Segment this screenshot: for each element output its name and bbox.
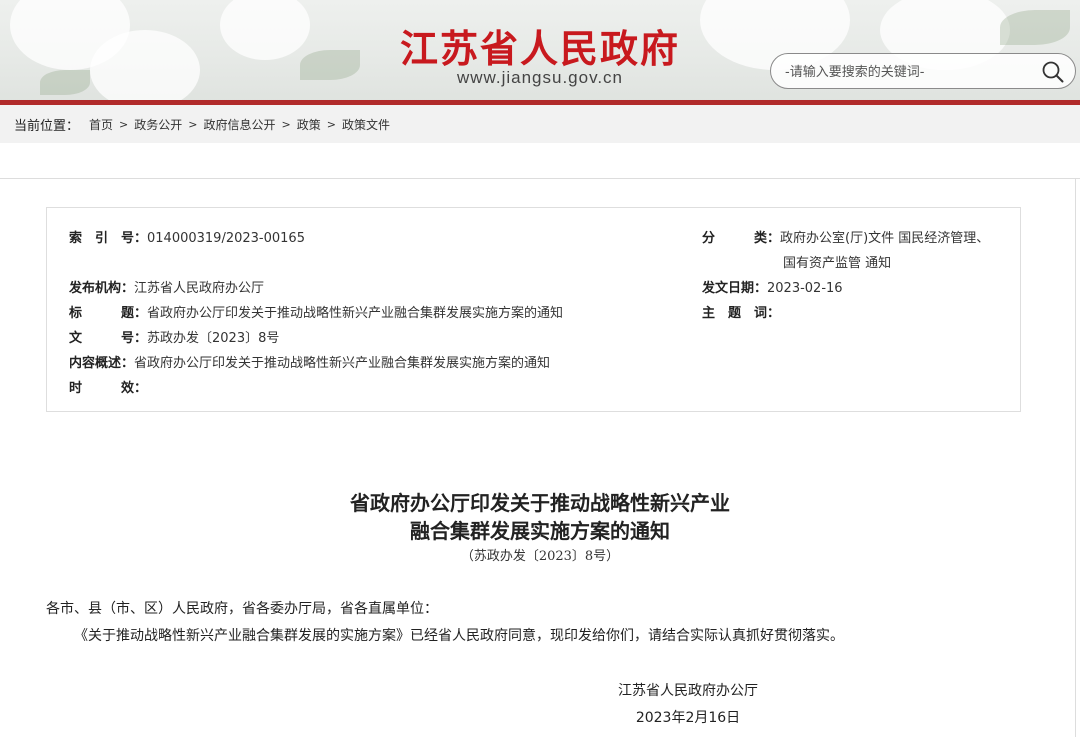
breadcrumb-separator: > [281,118,291,131]
search-box [770,53,1076,89]
article-salutation: 各市、县（市、区）人民政府，省各委办厅局，省各直属单位： [46,601,438,617]
article-signature-date: 2023年2月16日 [635,710,741,726]
meta-index-row: 索 引 号：014000319/2023-00165 [69,227,305,246]
meta-key: 文 号： [69,331,148,346]
breadcrumb-separator: > [119,118,129,131]
search-input[interactable] [785,61,1035,83]
meta-validity-row: 时 效： [69,377,147,396]
meta-key: 发文日期： [702,281,768,296]
article-title-line-1: 省政府办公厅印发关于推动战略性新兴产业 [350,491,730,515]
breadcrumb-separator: > [326,118,336,131]
breadcrumb-label: 当前位置： [14,119,80,134]
breadcrumb-policy[interactable]: 政策 [297,116,321,133]
document-metadata-panel: 索 引 号：014000319/2023-00165 分 类：政府办公室(厅)文… [46,207,1021,412]
breadcrumb-info-disclosure[interactable]: 政府信息公开 [203,116,275,133]
meta-value: 2023-02-16 [767,281,843,296]
meta-value: 014000319/2023-00165 [147,231,305,246]
meta-summary-row: 内容概述：省政府办公厅印发关于推动战略性新兴产业融合集群发展实施方案的通知 [69,352,550,371]
meta-key: 时 效： [69,381,148,396]
meta-issuer-row: 发布机构：江苏省人民政府办公厅 [69,277,264,296]
meta-key: 主 题 词： [702,306,781,321]
content-border [0,178,1080,179]
meta-category-row-continued: 国有资产监管 通知 [783,252,891,271]
breadcrumb-separator: > [188,118,198,131]
meta-docno-row: 文 号：苏政办发〔2023〕8号 [69,327,279,346]
article-document-number: （苏政办发〔2023〕8号） [460,549,620,564]
meta-date-row: 发文日期：2023-02-16 [702,277,843,296]
content-border [1075,178,1076,737]
breadcrumb: 当前位置： 首页 > 政务公开 > 政府信息公开 > 政策 > 政策文件 [14,115,390,134]
meta-key: 索 引 号： [69,231,148,246]
meta-value: 苏政办发〔2023〕8号 [147,331,280,346]
article-signature-org: 江苏省人民政府办公厅 [618,683,758,699]
meta-value: 省政府办公厅印发关于推动战略性新兴产业融合集群发展实施方案的通知 [147,306,564,321]
article-body: 《关于推动战略性新兴产业融合集群发展的实施方案》已经省人民政府同意，现印发给你们… [74,628,844,644]
breadcrumb-policy-documents[interactable]: 政策文件 [342,116,390,133]
site-header: 江苏省人民政府 www.jiangsu.gov.cn [0,0,1080,102]
meta-value: 江苏省人民政府办公厅 [134,281,265,296]
meta-key: 发布机构： [69,281,135,296]
meta-subject-row: 主 题 词： [702,302,780,321]
meta-key: 内容概述： [69,356,135,371]
meta-title-row: 标 题：省政府办公厅印发关于推动战略性新兴产业融合集群发展实施方案的通知 [69,302,563,321]
meta-key: 分 类： [702,231,781,246]
meta-value: 省政府办公厅印发关于推动战略性新兴产业融合集群发展实施方案的通知 [134,356,551,371]
meta-key: 标 题： [69,306,148,321]
article-title-line-2: 融合集群发展实施方案的通知 [410,519,670,543]
breadcrumb-bar: 当前位置： 首页 > 政务公开 > 政府信息公开 > 政策 > 政策文件 [0,105,1080,143]
search-icon[interactable] [1041,60,1065,84]
meta-value: 政府办公室(厅)文件 国民经济管理、 [780,231,990,246]
breadcrumb-gov-affairs[interactable]: 政务公开 [134,116,182,133]
meta-category-row: 分 类：政府办公室(厅)文件 国民经济管理、 [702,227,989,246]
meta-value: 国有资产监管 通知 [783,256,892,271]
breadcrumb-home[interactable]: 首页 [89,116,113,133]
